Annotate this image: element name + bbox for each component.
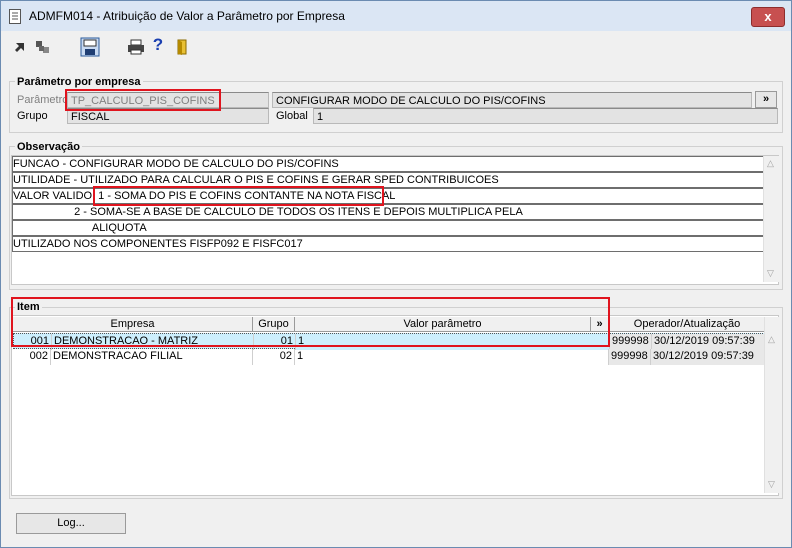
row-operador: 999998	[610, 334, 652, 350]
table-row[interactable]: 002 DEMONSTRACAO FILIAL 02 1 999998 30/1…	[13, 349, 765, 365]
row-grupo: 02	[253, 349, 295, 365]
observacao-section-title: Observação	[15, 141, 82, 153]
print-icon[interactable]	[126, 37, 146, 57]
close-button[interactable]: x	[751, 7, 785, 27]
item-scrollbar[interactable]: △ ▽	[764, 317, 780, 493]
back-icon[interactable]	[11, 37, 31, 57]
highlight-box-valor-valido	[93, 186, 384, 206]
parametro-label: Parâmetro	[17, 94, 69, 106]
save-icon[interactable]	[80, 37, 100, 57]
scroll-up-icon[interactable]: △	[767, 158, 774, 169]
title-bar[interactable]: ADMFM014 - Atribuição de Valor a Parâmet…	[1, 1, 791, 31]
help-icon[interactable]: ?	[148, 35, 168, 55]
document-icon	[9, 9, 21, 24]
scroll-down-icon[interactable]: ▽	[768, 479, 775, 490]
row-valor[interactable]: 1	[295, 349, 609, 365]
scroll-up-icon[interactable]: △	[768, 334, 775, 345]
highlight-box-parametro	[65, 89, 221, 111]
column-header-operador[interactable]: Operador/Atualização	[609, 317, 765, 331]
row-empresa: DEMONSTRACAO FILIAL	[51, 349, 253, 365]
grupo-label: Grupo	[17, 110, 48, 122]
row-code: 002	[13, 349, 51, 365]
main-window: ADMFM014 - Atribuição de Valor a Parâmet…	[0, 0, 792, 548]
observacao-line: 2 - SOMA-SE A BASE DE CALCULO DE TODOS O…	[12, 204, 764, 220]
observacao-scrollbar[interactable]: △ ▽	[763, 156, 779, 282]
observacao-line: FUNCAO - CONFIGURAR MODO DE CALCULO DO P…	[12, 156, 764, 172]
observacao-line: ALIQUOTA	[12, 220, 764, 236]
row-atualizacao: 30/12/2019 09:57:39	[652, 334, 766, 350]
observacao-line: UTILIZADO NOS COMPONENTES FISFP092 E FIS…	[12, 236, 764, 252]
toolbar: ?	[2, 32, 790, 62]
global-field[interactable]: 1	[313, 108, 778, 124]
exit-door-icon[interactable]	[172, 37, 192, 57]
parametro-description-field: CONFIGURAR MODO DE CALCULO DO PIS/COFINS	[272, 92, 752, 108]
row-atualizacao: 30/12/2019 09:57:39	[651, 349, 765, 365]
highlight-box-item	[11, 297, 610, 347]
parametro-section-title: Parâmetro por empresa	[15, 76, 143, 88]
window-title: ADMFM014 - Atribuição de Valor a Parâmet…	[29, 9, 345, 23]
expand-description-button[interactable]: »	[755, 91, 777, 108]
log-button[interactable]: Log...	[16, 513, 126, 534]
row-operador: 999998	[609, 349, 651, 365]
scroll-down-icon[interactable]: ▽	[767, 268, 774, 279]
tree-icon[interactable]	[33, 37, 53, 57]
global-label: Global	[276, 110, 308, 122]
